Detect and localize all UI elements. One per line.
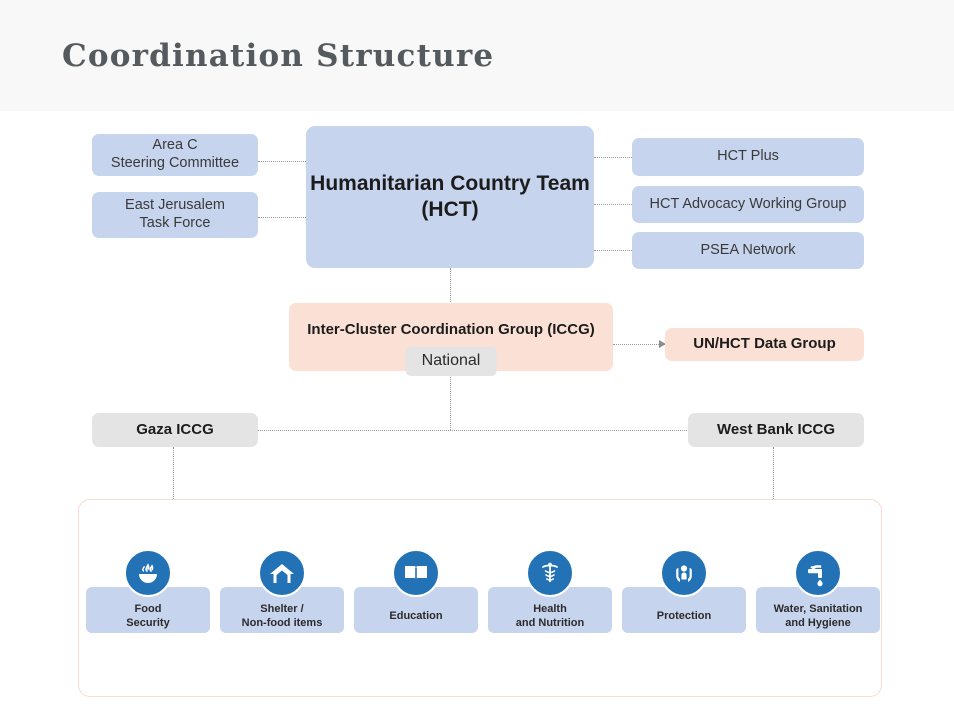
node-hct-advocacy-working-group[interactable]: HCT Advocacy Working Group <box>632 186 864 223</box>
connector-ejtf-to-hct <box>258 217 306 218</box>
open-book-icon <box>392 549 440 597</box>
connector-hct-to-iccg <box>450 268 451 304</box>
node-east-jerusalem-task-force[interactable]: East Jerusalem Task Force <box>92 192 258 238</box>
food-bowl-icon <box>124 549 172 597</box>
connector-hct-to-hctplus <box>594 157 632 158</box>
connector-areac-to-hct <box>258 161 306 162</box>
page-title: Coordination Structure <box>62 38 495 74</box>
iccg-national-chip[interactable]: National <box>405 347 497 376</box>
connector-gaza-to-clusters <box>173 447 174 499</box>
node-psea-network[interactable]: PSEA Network <box>632 232 864 269</box>
connector-regional-bus <box>173 430 773 431</box>
iccg-title: Inter-Cluster Coordination Group (ICCG) <box>307 321 595 338</box>
connector-westbank-to-clusters <box>773 447 774 499</box>
clusters-panel: Food Security Shelter / Non-food items E… <box>78 499 882 697</box>
caduceus-icon <box>526 549 574 597</box>
connector-hct-to-psea <box>594 250 632 251</box>
faucet-drop-icon <box>794 549 842 597</box>
slide-canvas: Coordination Structure Area C Steering C… <box>0 0 954 708</box>
node-gaza-iccg[interactable]: Gaza ICCG <box>92 413 258 447</box>
house-icon <box>258 549 306 597</box>
node-un-hct-data-group[interactable]: UN/HCT Data Group <box>665 328 864 361</box>
node-area-c-steering-committee[interactable]: Area C Steering Committee <box>92 134 258 176</box>
node-humanitarian-country-team[interactable]: Humanitarian Country Team (HCT) <box>306 126 594 268</box>
connector-iccg-to-datagroup <box>613 344 665 345</box>
node-west-bank-iccg[interactable]: West Bank ICCG <box>688 413 864 447</box>
connector-hct-to-advocacy <box>594 204 632 205</box>
connector-iccg-to-regional-bus <box>450 371 451 430</box>
node-inter-cluster-coordination-group[interactable]: Inter-Cluster Coordination Group (ICCG) … <box>289 303 613 376</box>
node-hct-plus[interactable]: HCT Plus <box>632 138 864 176</box>
protecting-hands-icon <box>660 549 708 597</box>
